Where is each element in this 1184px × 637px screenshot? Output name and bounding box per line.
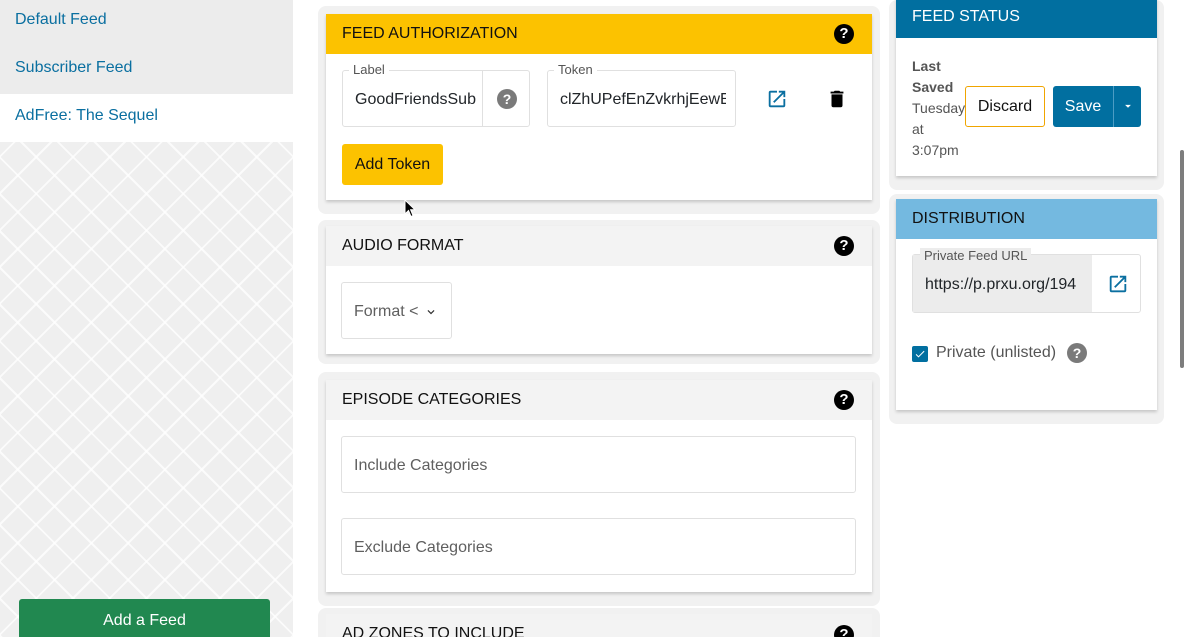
open-external-icon[interactable] bbox=[1107, 273, 1129, 295]
format-select-value: Format < bbox=[354, 303, 419, 320]
last-saved-value-line: at bbox=[912, 121, 924, 137]
section-title: FEED STATUS bbox=[912, 8, 1020, 25]
sidebar-item-label: AdFree: The Sequel bbox=[15, 107, 158, 124]
include-categories-input[interactable]: Include Categories bbox=[341, 436, 856, 493]
section-title: EPISODE CATEGORIES bbox=[342, 391, 522, 408]
save-button[interactable]: Save bbox=[1053, 86, 1113, 127]
mouse-cursor-icon bbox=[404, 199, 416, 218]
sidebar-item-adfree-the-sequel[interactable]: AdFree: The Sequel bbox=[0, 94, 293, 142]
episode-categories-card: EPISODE CATEGORIES ? Include Categories … bbox=[326, 380, 872, 592]
format-select[interactable]: Format < bbox=[341, 282, 452, 339]
discard-button[interactable]: Discard bbox=[965, 86, 1045, 127]
help-icon[interactable]: ? bbox=[497, 89, 517, 109]
private-feed-url-value[interactable]: https://p.prxu.org/194 bbox=[925, 276, 1081, 294]
private-feed-url-label: Private Feed URL bbox=[920, 248, 1032, 263]
label-input[interactable]: GoodFriendsSub bbox=[355, 91, 481, 109]
section-title: FEED AUTHORIZATION bbox=[342, 25, 518, 42]
checkbox-checked-icon[interactable] bbox=[912, 346, 928, 362]
save-options-dropdown[interactable] bbox=[1113, 86, 1141, 127]
audio-format-header: AUDIO FORMAT bbox=[326, 226, 872, 266]
feed-status-card: FEED STATUS Last Saved Tuesday at 3:07pm… bbox=[896, 0, 1157, 176]
episode-categories-header: EPISODE CATEGORIES bbox=[326, 380, 872, 420]
last-saved-value-line: 3:07pm bbox=[912, 142, 959, 158]
caret-down-icon bbox=[1125, 104, 1131, 108]
section-title: AD ZONES TO INCLUDE bbox=[342, 625, 525, 637]
audio-format-card: AUDIO FORMAT ? Format < bbox=[326, 226, 872, 354]
section-title: AUDIO FORMAT bbox=[342, 237, 464, 254]
exclude-categories-placeholder: Exclude Categories bbox=[354, 539, 493, 556]
exclude-categories-input[interactable]: Exclude Categories bbox=[341, 518, 856, 575]
sidebar-item-subscriber-feed[interactable]: Subscriber Feed bbox=[0, 46, 293, 94]
check-icon bbox=[915, 350, 925, 358]
chevron-down-icon bbox=[427, 310, 435, 315]
private-feed-url-box: https://p.prxu.org/194 bbox=[913, 255, 1092, 312]
label-field-label: Label bbox=[349, 62, 389, 77]
feed-authorization-header: FEED AUTHORIZATION bbox=[326, 14, 872, 54]
add-feed-button[interactable]: Add a Feed bbox=[19, 599, 270, 637]
ad-zones-header: AD ZONES TO INCLUDE bbox=[326, 614, 872, 637]
feed-status-header: FEED STATUS bbox=[896, 0, 1157, 38]
token-field[interactable]: clZhUPefEnZvkrhjEewE bbox=[547, 70, 736, 127]
help-icon[interactable]: ? bbox=[834, 24, 854, 44]
ad-zones-card: AD ZONES TO INCLUDE ? bbox=[326, 614, 872, 637]
add-token-button[interactable]: Add Token bbox=[342, 144, 443, 185]
last-saved-label-line: Saved bbox=[912, 79, 954, 95]
last-saved-value-line: Tuesday bbox=[912, 100, 966, 116]
sidebar-item-label: Subscriber Feed bbox=[15, 59, 133, 76]
last-saved-value: Tuesday at 3:07pm bbox=[912, 98, 965, 161]
sidebar: Default Feed Subscriber Feed AdFree: The… bbox=[0, 0, 293, 637]
open-external-icon[interactable] bbox=[766, 88, 788, 110]
distribution-card: DISTRIBUTION https://p.prxu.org/194 Priv… bbox=[896, 199, 1157, 410]
token-input[interactable]: clZhUPefEnZvkrhjEewE bbox=[560, 91, 726, 109]
scrollbar-thumb[interactable] bbox=[1180, 150, 1184, 368]
help-icon[interactable]: ? bbox=[1067, 343, 1087, 363]
private-unlisted-label: Private (unlisted) bbox=[936, 344, 1057, 361]
last-saved-label: Last Saved bbox=[912, 56, 953, 98]
last-saved-label-line: Last bbox=[912, 58, 941, 74]
sidebar-item-label: Default Feed bbox=[15, 11, 107, 28]
sidebar-item-default-feed[interactable]: Default Feed bbox=[0, 0, 293, 46]
distribution-header: DISTRIBUTION bbox=[896, 199, 1157, 239]
token-field-label: Token bbox=[554, 62, 597, 77]
section-title: DISTRIBUTION bbox=[912, 210, 1025, 227]
help-icon[interactable]: ? bbox=[834, 236, 854, 256]
label-field[interactable]: GoodFriendsSub ? bbox=[342, 70, 530, 127]
field-divider bbox=[482, 71, 483, 126]
include-categories-placeholder: Include Categories bbox=[354, 457, 488, 474]
feed-authorization-card: FEED AUTHORIZATION ? GoodFriendsSub ? La… bbox=[326, 14, 872, 200]
trash-icon[interactable] bbox=[826, 88, 848, 110]
help-icon[interactable]: ? bbox=[834, 390, 854, 410]
